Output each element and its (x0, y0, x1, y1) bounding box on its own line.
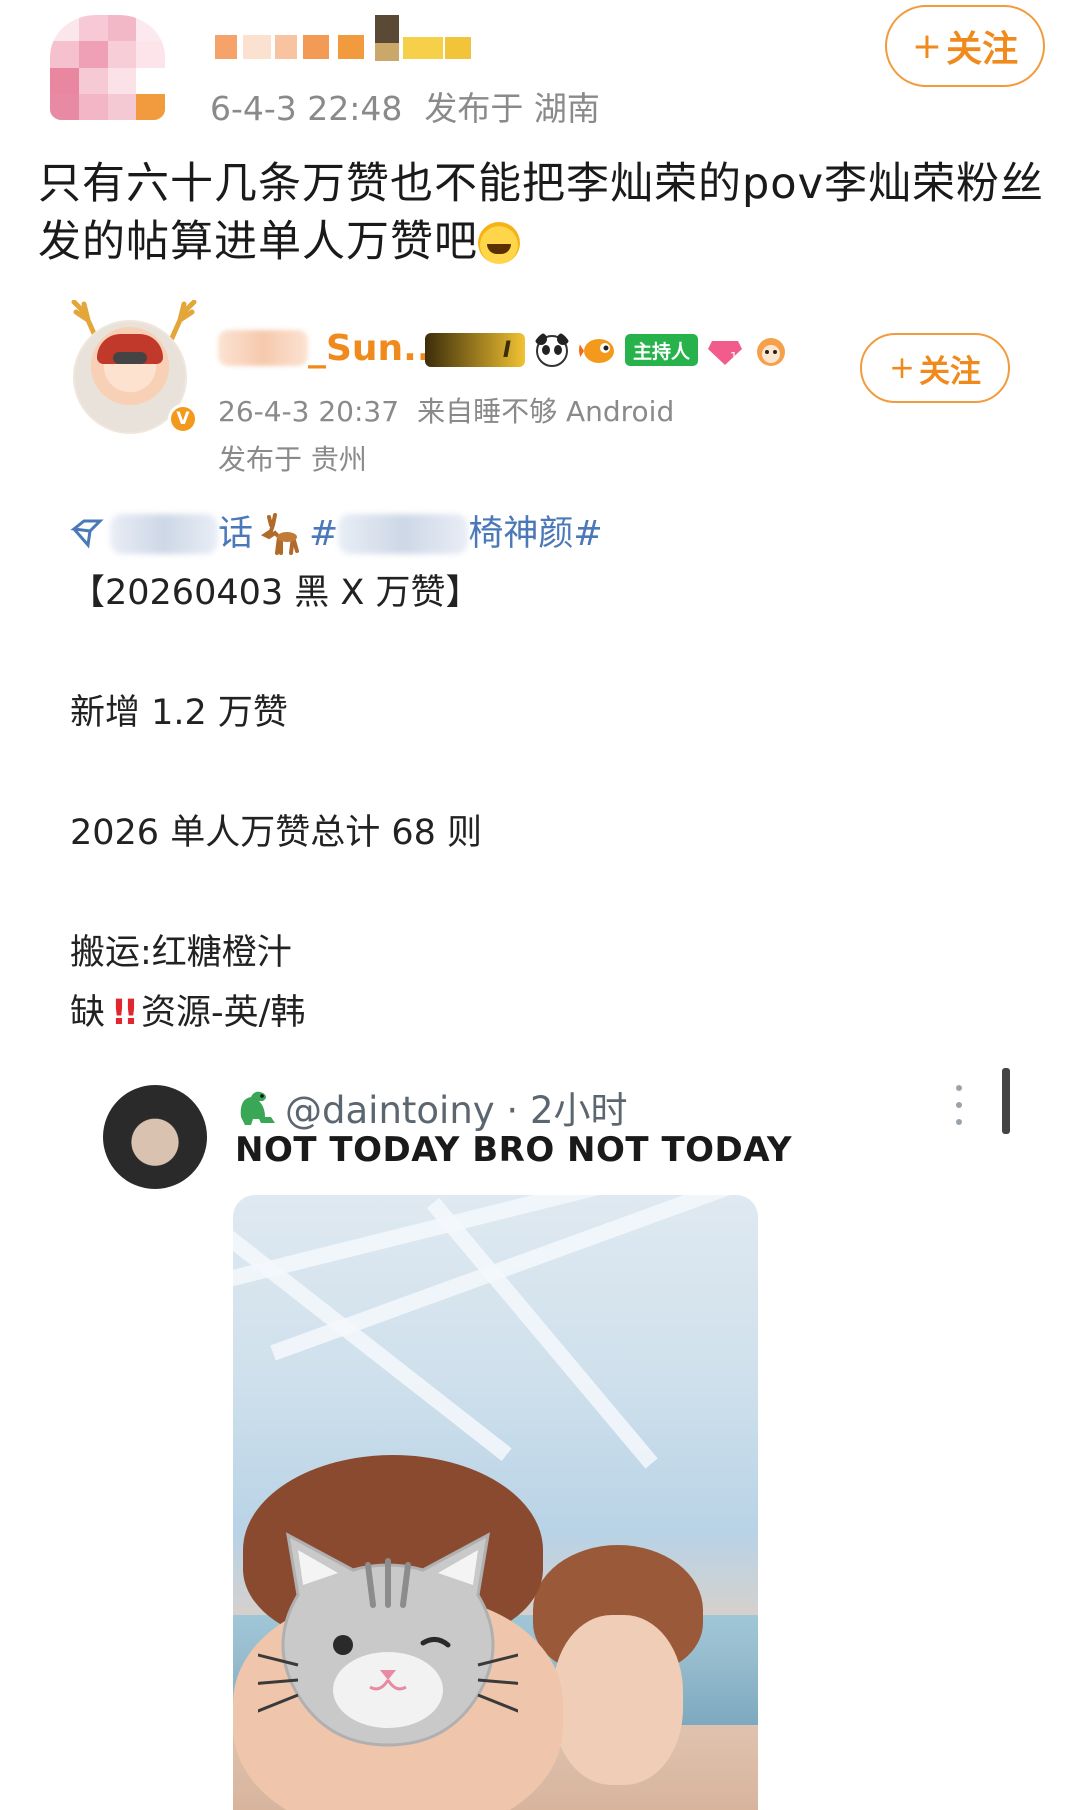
user-badges: I 主持人 16 (425, 330, 790, 370)
topic-suffix: 话 (218, 514, 254, 554)
missing-suffix: 资源-英/韩 (140, 993, 306, 1033)
deer-emoji-icon (261, 513, 300, 555)
fish-badge-icon[interactable] (579, 331, 617, 369)
more-options-icon[interactable] (955, 1085, 963, 1125)
repost-source: 来自睡不够 Android (417, 395, 675, 428)
hashtag-blurred (338, 514, 469, 554)
crown-badge-label: I (502, 337, 511, 363)
body-line-missing: 缺!! 资源-英/韩 (70, 983, 1030, 1043)
repost-meta: 26-4-3 20:37 来自睡不够 Android 发布于 贵州 (218, 388, 674, 484)
verified-badge: V (168, 404, 198, 434)
outer-post-location: 发布于 湖南 (424, 89, 600, 128)
repost-location: 发布于 贵州 (218, 443, 367, 476)
missing-prefix: 缺 (70, 993, 106, 1033)
super-topic-diamond-icon (70, 519, 104, 549)
level-badge-number: 16 (730, 350, 744, 364)
double-exclamation-icon: !! (111, 993, 139, 1033)
outer-avatar-pixelated[interactable] (50, 15, 165, 120)
outer-post-time: 6-4-3 22:48 (210, 89, 403, 128)
repost-username-suffix: _Sun... (308, 328, 445, 369)
body-line-title: 【20260403 黑 X 万赞】 (70, 573, 481, 613)
outer-username-pixelated[interactable] (215, 15, 515, 70)
tweet-text: NOT TODAY BRO NOT TODAY (235, 1130, 792, 1170)
plus-icon: + (911, 25, 943, 67)
repost-body: 话 # 椅神颜# 【20260403 黑 X 万赞】 新增 1.2 万赞 202… (70, 505, 1030, 1043)
level-gem-badge-icon[interactable]: 16 (706, 331, 744, 369)
host-badge[interactable]: 主持人 (625, 334, 699, 366)
hashtag-open: # (309, 514, 339, 554)
panda-badge-icon[interactable] (533, 331, 571, 369)
topic-name-blurred (110, 514, 218, 554)
mascot-badge-icon[interactable] (752, 331, 790, 369)
tweet-header: @daintoiny · 2小时 (235, 1080, 628, 1134)
tweet-handle[interactable]: @daintoiny · 2小时 (285, 1080, 628, 1134)
repost-time: 26-4-3 20:37 (218, 395, 400, 428)
tweet-avatar[interactable] (103, 1085, 207, 1189)
outer-post-meta: 6-4-3 22:48 发布于 湖南 (210, 82, 600, 130)
body-line-total: 2026 单人万赞总计 68 则 (70, 813, 482, 853)
outer-follow-label: 关注 (946, 29, 1019, 70)
outer-follow-button[interactable]: + 关注 (885, 5, 1045, 87)
crown-badge-icon[interactable]: I (425, 333, 525, 367)
repost-username[interactable]: _Sun... (218, 328, 444, 369)
scroll-indicator (1002, 1068, 1010, 1134)
repost-username-blurred (218, 330, 308, 366)
body-line-credit: 搬运:红糖橙汁 (70, 933, 292, 973)
laugh-cry-emoji-icon (478, 222, 520, 264)
tweet-photo[interactable] (233, 1195, 758, 1810)
plus-icon: + (889, 350, 915, 386)
host-badge-label: 主持人 (633, 340, 691, 363)
body-line-new-likes: 新增 1.2 万赞 (70, 693, 288, 733)
repost-avatar-group[interactable]: V (68, 300, 198, 435)
repost-follow-label: 关注 (918, 353, 981, 390)
repost-follow-button[interactable]: + 关注 (860, 333, 1010, 403)
hashtag-tail: 椅神颜# (468, 514, 603, 554)
topic-row[interactable]: 话 # 椅神颜# (70, 505, 1030, 563)
dinosaur-emoji-icon (240, 1091, 275, 1125)
outer-post-text: 只有六十几条万赞也不能把李灿荣的pov李灿荣粉丝发的帖算进单人万赞吧 (38, 155, 1048, 271)
outer-post-body: 只有六十几条万赞也不能把李灿荣的pov李灿荣粉丝发的帖算进单人万赞吧 (38, 159, 1045, 267)
weibo-post-screen: 6-4-3 22:48 发布于 湖南 + 关注 只有六十几条万赞也不能把李灿荣的p… (0, 0, 1080, 1810)
cat-sticker-icon (258, 1532, 518, 1747)
